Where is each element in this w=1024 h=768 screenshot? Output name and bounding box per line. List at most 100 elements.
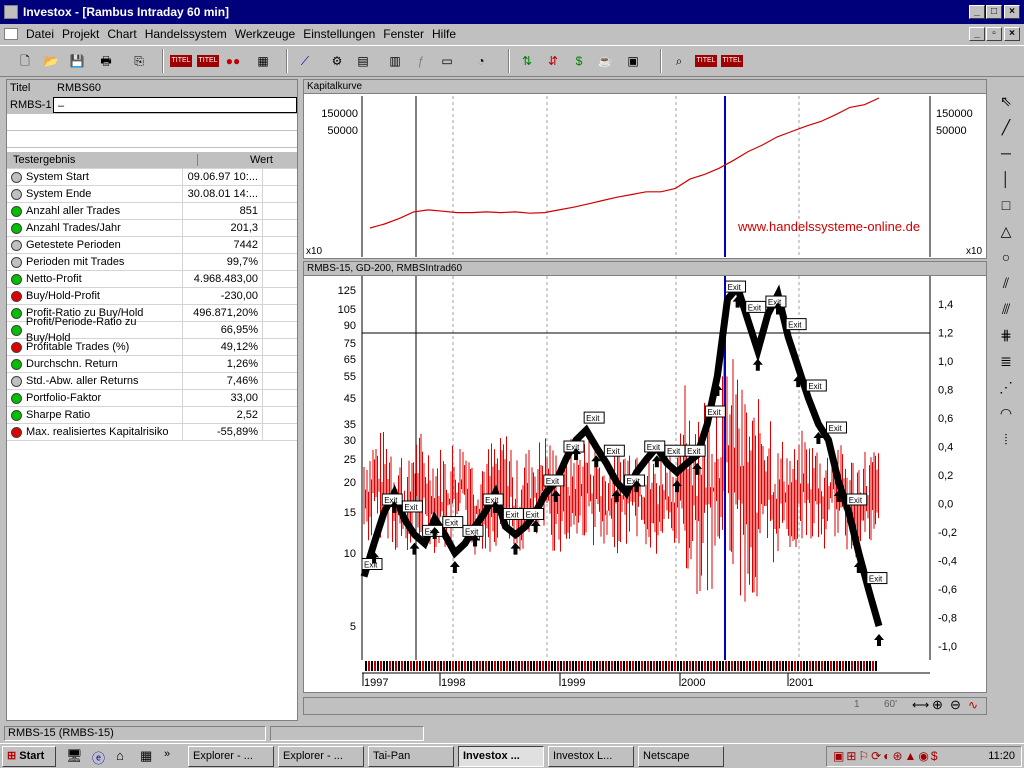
doc-minimize-icon[interactable]: _: [969, 27, 985, 41]
menu-fenster[interactable]: Fenster: [383, 27, 424, 41]
quicklaunch-icon-3[interactable]: ⌂: [116, 748, 124, 763]
task-taipan[interactable]: Tai-Pan: [368, 746, 454, 767]
exit-label: Exit: [829, 424, 843, 433]
titel-row-label[interactable]: RMBS-1: [7, 97, 53, 113]
task-netscape[interactable]: Netscape: [638, 746, 724, 767]
bars-chart-icon[interactable]: ▥: [384, 50, 406, 72]
titel-row-input[interactable]: –: [53, 97, 297, 113]
status-dot-icon: [11, 392, 22, 404]
status-dot-icon: [11, 341, 22, 353]
result-row[interactable]: Buy/Hold-Profit -230,00: [7, 287, 297, 305]
result-row[interactable]: Profitable Trades (%) 49,12%: [7, 338, 297, 356]
fibonacci-icon[interactable]: ⫽: [993, 270, 1019, 296]
doc-close-icon[interactable]: ×: [1004, 27, 1020, 41]
line-chart-icon[interactable]: ⟋: [294, 50, 316, 72]
fit-arrows-icon[interactable]: ⟷: [912, 698, 929, 712]
result-row[interactable]: Max. realisiertes Kapitalrisiko -55,89%: [7, 423, 297, 441]
cycles-icon[interactable]: ⦙: [993, 426, 1019, 452]
scan-icon[interactable]: ⌕: [668, 50, 690, 72]
titel-button-4[interactable]: TITEL: [721, 55, 743, 67]
trade-icon[interactable]: ⇵: [542, 50, 564, 72]
gann-icon[interactable]: ⋕: [993, 322, 1019, 348]
result-row[interactable]: Std.-Abw. aller Returns 7,46%: [7, 372, 297, 390]
rectangle-icon[interactable]: □: [993, 192, 1019, 218]
buy-sell-icon[interactable]: ⇅: [516, 50, 538, 72]
price-y-tick-left: 125: [338, 285, 356, 297]
result-row[interactable]: Netto-Profit 4.968.483,00: [7, 270, 297, 288]
new-file-icon[interactable]: 🗋: [14, 50, 36, 72]
equity-window-icon[interactable]: ▣: [622, 50, 644, 72]
trendline-icon[interactable]: ╱: [993, 114, 1019, 140]
minimize-icon[interactable]: _: [969, 5, 985, 19]
result-row[interactable]: Sharpe Ratio 2,52: [7, 406, 297, 424]
more-icon[interactable]: »: [164, 748, 170, 760]
pie-chart-icon[interactable]: ◔: [470, 50, 492, 72]
menu-werkzeuge[interactable]: Werkzeuge: [235, 27, 295, 41]
dots-icon[interactable]: ●●: [222, 50, 244, 72]
channel-icon[interactable]: ⫻: [993, 296, 1019, 322]
levels-icon[interactable]: ≣: [993, 348, 1019, 374]
result-row[interactable]: System Ende 30.08.01 14:...: [7, 185, 297, 203]
result-row[interactable]: Portfolio-Faktor 33,00: [7, 389, 297, 407]
zoom-in-icon[interactable]: ⊕: [932, 697, 943, 713]
dollar-icon[interactable]: $: [568, 50, 590, 72]
menu-chart[interactable]: Chart: [107, 27, 136, 41]
menu-datei[interactable]: Datei: [26, 27, 54, 41]
quicklaunch-icon-4[interactable]: ▦: [140, 748, 152, 764]
open-folder-icon[interactable]: 📂: [40, 50, 62, 72]
task-explorer-2[interactable]: Explorer - ...: [278, 746, 364, 767]
result-value: 851: [183, 202, 263, 220]
arc-icon[interactable]: ◠: [993, 400, 1019, 426]
ie-icon[interactable]: ⓔ: [92, 748, 105, 767]
layout-icon[interactable]: ▦: [252, 50, 274, 72]
result-row[interactable]: Durchschn. Return 1,26%: [7, 355, 297, 373]
doc-restore-icon[interactable]: ▫: [986, 27, 1002, 41]
equity-multiplier-left: x10: [306, 246, 323, 257]
quicklaunch-desktop-icon[interactable]: 🖥: [66, 748, 83, 764]
coffee-icon[interactable]: ☕: [594, 50, 616, 72]
result-row[interactable]: Anzahl aller Trades 851: [7, 202, 297, 220]
results-header-wert[interactable]: Wert: [198, 154, 277, 166]
horizontal-line-icon[interactable]: ─: [993, 140, 1019, 166]
result-row[interactable]: Perioden mit Trades 99,7%: [7, 253, 297, 271]
start-button[interactable]: ⊞ Start: [2, 746, 56, 767]
task-investox[interactable]: Investox ...: [458, 746, 544, 767]
maximize-icon[interactable]: □: [986, 5, 1002, 19]
close-icon[interactable]: ×: [1004, 5, 1020, 19]
titel-button-1[interactable]: TITEL: [170, 55, 192, 67]
result-value: 09.06.97 10:...: [183, 168, 263, 186]
zoom-out-icon[interactable]: ⊖: [950, 697, 961, 713]
print-icon[interactable]: 🖶: [95, 50, 117, 72]
menu-projekt[interactable]: Projekt: [62, 27, 99, 41]
chart-scrollbar[interactable]: 1 60' ⟷ ⊕ ⊖ ∿: [303, 697, 987, 715]
triangle-icon[interactable]: △: [993, 218, 1019, 244]
titel-button-2[interactable]: TITEL: [197, 55, 219, 67]
task-explorer-1[interactable]: Explorer - ...: [188, 746, 274, 767]
menu-hilfe[interactable]: Hilfe: [432, 27, 456, 41]
value-chart-icon[interactable]: ▤: [352, 50, 374, 72]
save-icon[interactable]: 💾: [66, 50, 88, 72]
result-row[interactable]: Anzahl Trades/Jahr 201,3: [7, 219, 297, 237]
result-row[interactable]: Profit/Periode-Ratio zu Buy/Hold 66,95%: [7, 316, 297, 344]
vertical-line-icon[interactable]: │: [993, 166, 1019, 192]
result-row[interactable]: System Start 09.06.97 10:...: [7, 168, 297, 186]
result-row[interactable]: Getestete Perioden 7442: [7, 236, 297, 254]
indicator-icon[interactable]: ⚙: [326, 50, 348, 72]
tray-icons[interactable]: ▣⊞⚐⟳◐⊛▲◉$: [833, 749, 940, 763]
exit-label: Exit: [404, 503, 418, 512]
system-tray: ▣⊞⚐⟳◐⊛▲◉$ 11:20: [826, 746, 1022, 767]
circle-icon[interactable]: ○: [993, 244, 1019, 270]
titel-button-3[interactable]: TITEL: [695, 55, 717, 67]
menu-handelssystem[interactable]: Handelssystem: [145, 27, 227, 41]
equity-multiplier-right: x10: [966, 246, 983, 257]
fan-icon[interactable]: ⋰: [993, 374, 1019, 400]
menu-einstellungen[interactable]: Einstellungen: [303, 27, 375, 41]
results-header-test[interactable]: Testergebnis: [7, 154, 198, 166]
left-panel: Titel RMBS60 RMBS-1 – Testergebnis Wert …: [6, 79, 298, 721]
chart-window-icon[interactable]: ▭: [436, 50, 458, 72]
cursor-icon[interactable]: ⇖: [993, 88, 1019, 114]
copy-icon[interactable]: ⎘: [128, 50, 150, 72]
menu-doc-icon[interactable]: [4, 28, 18, 40]
task-investox-l[interactable]: Investox L...: [548, 746, 634, 767]
line-tool-icon[interactable]: ∿: [968, 698, 978, 712]
